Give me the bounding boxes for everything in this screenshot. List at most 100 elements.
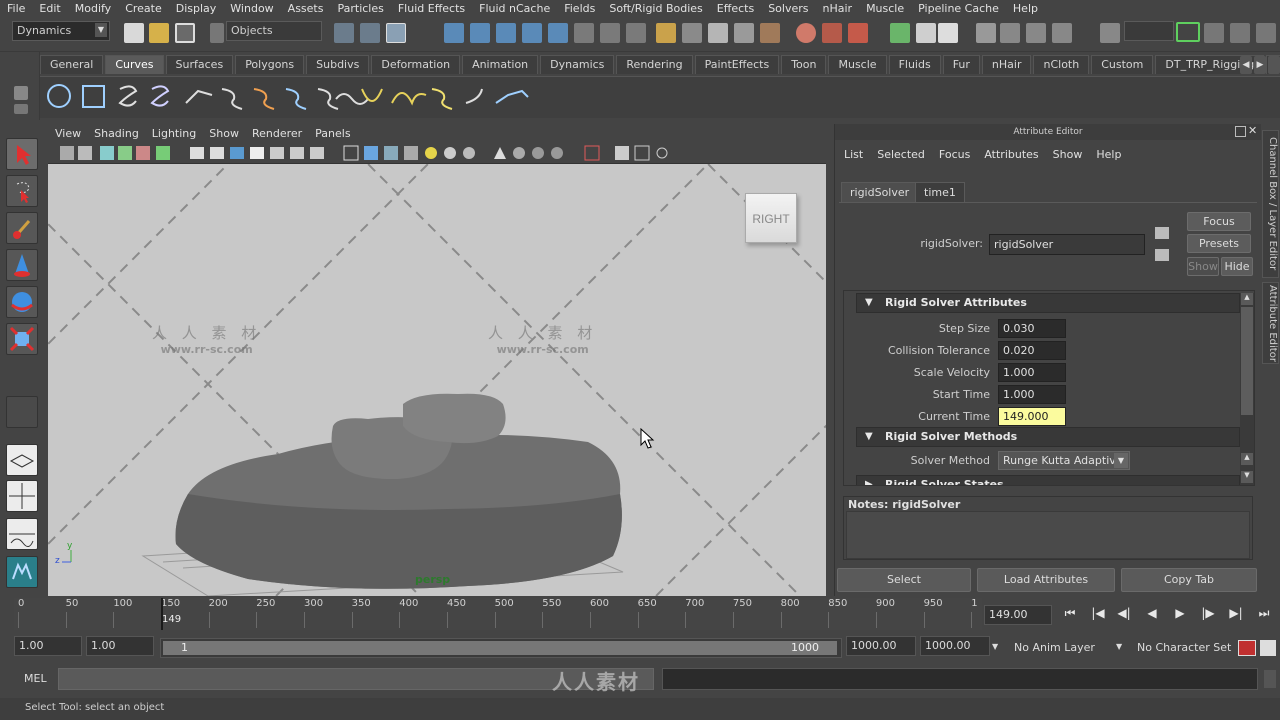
preferences-icon[interactable] [1260,640,1276,656]
expand-triangle-icon[interactable]: ▶ [865,476,873,485]
cut-curve-icon[interactable] [361,88,383,102]
collapse-triangle-icon[interactable]: ▼ [865,294,873,312]
snap-grid-icon[interactable] [444,23,464,43]
chevron-down-icon[interactable]: ▼ [1116,642,1122,651]
share-icon[interactable] [656,147,668,159]
menu-display[interactable]: Display [169,2,224,15]
wireframe-on-shaded-icon[interactable] [384,146,398,160]
menu-file[interactable]: File [0,2,32,15]
shelf-tab-general[interactable]: General [40,55,104,74]
render-settings-icon[interactable] [708,23,728,43]
shelf-tab-fluids[interactable]: Fluids [888,55,941,74]
pencil-curve-icon[interactable] [185,89,213,104]
go-to-end-icon[interactable]: ⏭ [1252,606,1276,624]
arc-tool-icon[interactable] [221,88,243,110]
scroll-thumb[interactable] [1241,307,1253,415]
animation-start-field[interactable]: 1.00 [14,636,82,656]
menu-particles[interactable]: Particles [330,2,390,15]
focus-button[interactable]: Focus [1187,212,1251,231]
shelf-editor-icon[interactable] [14,104,28,114]
attribute-scrollbar[interactable]: ▲ ▲ ▼ [1240,293,1254,485]
quick-select-field[interactable] [1124,21,1174,41]
script-editor-icon[interactable] [1264,670,1276,688]
shadows-icon[interactable] [444,147,456,159]
attribute-menu-help[interactable]: Help [1091,148,1130,161]
node-name-field[interactable]: rigidSolver [989,234,1145,255]
chevron-right-icon[interactable]: ▶ [1254,56,1266,74]
solver-method-dropdown[interactable]: Runge Kutta Adaptive ▼ [998,451,1130,470]
viewport-menu-view[interactable]: View [48,127,87,140]
menuset-dropdown[interactable]: Dynamics ▼ [12,21,110,41]
align-curves-icon[interactable] [317,88,339,110]
gate-mask-icon[interactable] [250,147,264,159]
save-scene-icon[interactable] [175,23,195,43]
menu-modify[interactable]: Modify [68,2,118,15]
attribute-editor-toggle-icon[interactable] [1256,23,1276,43]
paste-icon[interactable] [916,23,936,43]
step-back-key-icon[interactable]: |◀ [1086,606,1110,624]
attach-curves-icon[interactable] [253,88,275,110]
scale-velocity-field[interactable]: 1.000 [998,363,1066,382]
frame-selected-icon[interactable] [634,145,650,161]
render-frame-icon[interactable] [656,23,676,43]
ambient-occlusion-icon[interactable] [551,147,563,159]
high-quality-icon[interactable] [463,147,475,159]
two-d-pan-icon[interactable] [136,146,150,160]
safe-title-icon[interactable] [310,147,324,159]
last-tool-icon[interactable] [6,396,38,428]
new-scene-icon[interactable] [124,23,144,43]
attribute-menu-show[interactable]: Show [1048,148,1092,161]
menu-help[interactable]: Help [1006,2,1045,15]
tab-time1[interactable]: time1 [915,182,965,202]
ep-curve-icon[interactable] [150,85,170,107]
shelf-tab-deformation[interactable]: Deformation [371,55,461,74]
attribute-menu-attributes[interactable]: Attributes [979,148,1047,161]
chevron-left-icon[interactable]: ◀ [1240,56,1252,74]
outliner-icon[interactable] [976,23,996,43]
chevron-down-icon[interactable]: ▼ [1114,453,1128,468]
textured-icon[interactable] [404,146,418,160]
field-chart-icon[interactable] [270,147,284,159]
selection-mode-icon[interactable] [210,23,224,43]
use-all-lights-icon[interactable] [425,147,437,159]
channel-box-icon[interactable] [1204,23,1224,43]
grid-icon[interactable] [190,147,204,159]
document-icon[interactable] [938,23,958,43]
snap-point-icon[interactable] [496,23,516,43]
xray-icon[interactable] [494,147,506,159]
grease-pencil-icon[interactable] [156,146,170,160]
collapse-triangle-icon[interactable]: ▼ [865,428,873,446]
shelf-tab-polygons[interactable]: Polygons [235,55,305,74]
menu-edit[interactable]: Edit [32,2,67,15]
presets-button[interactable]: Presets [1187,234,1251,253]
go-to-input-icon[interactable] [1155,227,1169,239]
current-time-field[interactable]: 149.000 [998,407,1066,426]
go-to-output-icon[interactable] [1155,249,1169,261]
snap-surface-icon[interactable] [548,23,568,43]
viewport-menu-lighting[interactable]: Lighting [145,127,202,140]
ball-icon[interactable] [796,23,816,43]
section-rigid-solver-states[interactable]: ▶ Rigid Solver States [856,475,1240,485]
shelf-tab-ncloth[interactable]: nCloth [1033,55,1090,74]
camera-attributes-icon[interactable] [78,146,92,160]
shelf-tab-curves[interactable]: Curves [105,55,164,74]
four-view-layout-icon[interactable] [6,480,38,512]
shelf-tab-toon[interactable]: Toon [781,55,827,74]
object-mode-icon[interactable] [360,23,380,43]
menu-soft-rigid-bodies[interactable]: Soft/Rigid Bodies [602,2,709,15]
image-plane-icon[interactable] [118,146,132,160]
viewport-menu-panels[interactable]: Panels [308,127,356,140]
menu-fields[interactable]: Fields [557,2,602,15]
chevron-down-icon[interactable]: ▼ [95,23,107,37]
tab-rigidsolver[interactable]: rigidSolver [841,182,919,202]
xray-joints-icon[interactable] [513,147,525,159]
time-slider[interactable]: 0 50 100 150 200 250 300 350 400 450 500 550 600 650 7… [14,598,982,630]
open-scene-icon[interactable] [149,23,169,43]
viewport-menu-renderer[interactable]: Renderer [245,127,308,140]
range-slider[interactable]: 1 1000 [160,638,842,658]
curve-fillet-icon[interactable] [431,88,453,110]
select-button[interactable]: Select [837,568,971,592]
shelf-tab-muscle[interactable]: Muscle [828,55,887,74]
menu-create[interactable]: Create [118,2,169,15]
checker-icon[interactable] [822,23,842,43]
